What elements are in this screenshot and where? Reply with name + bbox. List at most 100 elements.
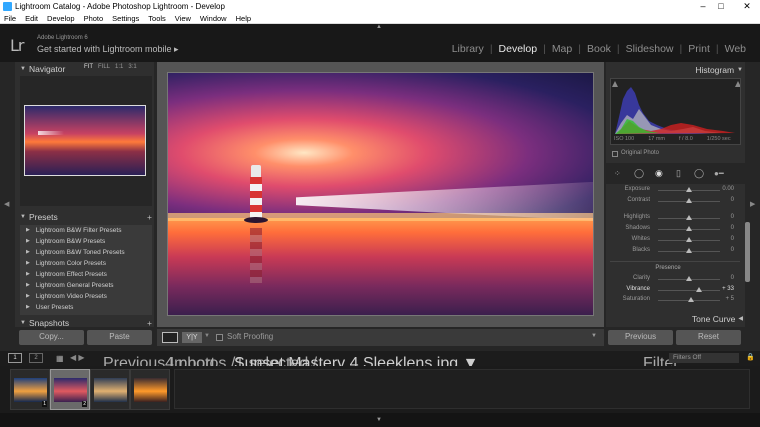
adjustment-brush-icon[interactable]: ●━ xyxy=(714,168,724,179)
slider-knob[interactable] xyxy=(686,198,692,203)
forward-arrow-icon[interactable]: ▶ xyxy=(78,353,84,362)
mobile-promo-link[interactable]: Get started with Lightroom mobile ▸ xyxy=(37,44,179,55)
slider-knob[interactable] xyxy=(687,297,694,302)
bottom-panel-toggle-icon[interactable]: ▼ xyxy=(376,417,382,423)
add-preset-icon[interactable]: + xyxy=(147,212,152,222)
preset-folder[interactable]: ▶ Lightroom Video Presets xyxy=(20,291,152,302)
module-library[interactable]: Library xyxy=(446,43,490,55)
navigator-preview-image[interactable] xyxy=(24,105,146,176)
module-slideshow[interactable]: Slideshow xyxy=(620,43,680,55)
slider-value[interactable]: 0 xyxy=(710,247,734,253)
menu-tools[interactable]: Tools xyxy=(148,13,166,23)
filmstrip-thumbnail[interactable] xyxy=(130,369,170,410)
menu-develop[interactable]: Develop xyxy=(47,13,75,23)
radial-filter-icon[interactable]: ◯ xyxy=(694,168,704,179)
slider-blacks[interactable]: Blacks 0 xyxy=(610,247,742,257)
snapshots-header[interactable]: ▼ Snapshots + xyxy=(20,318,152,328)
spot-removal-icon[interactable]: ◯ xyxy=(634,168,644,179)
secondary-window-button[interactable]: 2 xyxy=(29,353,43,363)
soft-proofing-checkbox[interactable] xyxy=(216,334,223,341)
zoom-fit[interactable]: FIT xyxy=(84,64,93,70)
slider-exposure[interactable]: Exposure 0.00 xyxy=(610,186,742,196)
back-arrow-icon[interactable]: ◀ xyxy=(70,353,76,362)
module-develop[interactable]: Develop xyxy=(493,43,544,55)
slider-value[interactable]: 0 xyxy=(710,225,734,231)
slider-knob[interactable] xyxy=(686,215,692,220)
slider-knob[interactable] xyxy=(686,226,692,231)
slider-saturation[interactable]: Saturation + 5 xyxy=(610,296,742,306)
grid-view-icon[interactable]: ▦ xyxy=(56,354,64,363)
zoom-fill[interactable]: FILL xyxy=(98,64,110,70)
slider-whites[interactable]: Whites 0 xyxy=(610,236,742,246)
preset-folder[interactable]: ▶ Lightroom B&W Filter Presets xyxy=(20,225,152,236)
slider-vibrance[interactable]: Vibrance + 33 xyxy=(610,286,742,296)
right-panel-scrollbar[interactable] xyxy=(745,222,750,282)
menu-file[interactable]: File xyxy=(4,13,16,23)
filmstrip-thumbnail[interactable]: 2 xyxy=(50,369,90,410)
paste-settings-button[interactable]: Paste xyxy=(87,330,152,345)
menu-photo[interactable]: Photo xyxy=(84,13,104,23)
main-window-button[interactable]: 1 xyxy=(8,353,22,363)
toolbar-content-dropdown-icon[interactable]: ▼ xyxy=(591,333,597,339)
slider-value[interactable]: 0 xyxy=(710,197,734,203)
menu-settings[interactable]: Settings xyxy=(112,13,139,23)
preset-folder[interactable]: ▶ Lightroom Effect Presets xyxy=(20,269,152,280)
zoom-1-1[interactable]: 1:1 xyxy=(115,64,123,70)
filter-select[interactable]: Filters Off xyxy=(669,353,739,363)
slider-value[interactable]: 0.00 xyxy=(710,186,734,192)
presets-header[interactable]: ▼ Presets + xyxy=(20,211,152,222)
previous-settings-button[interactable]: Previous xyxy=(608,330,673,345)
right-panel-toggle-icon[interactable]: ▶ xyxy=(750,200,755,208)
view-dropdown-icon[interactable]: ▼ xyxy=(204,333,210,339)
slider-knob[interactable] xyxy=(686,276,692,281)
before-after-view-button[interactable]: Y|Y xyxy=(182,332,202,343)
slider-knob[interactable] xyxy=(695,287,702,292)
menu-help[interactable]: Help xyxy=(236,13,251,23)
original-photo-checkbox[interactable] xyxy=(612,151,618,157)
close-button[interactable]: ✕ xyxy=(737,0,757,13)
minimize-button[interactable]: – xyxy=(693,0,713,13)
left-panel-toggle-icon[interactable]: ◀ xyxy=(4,200,9,208)
slider-value[interactable]: 0 xyxy=(710,236,734,242)
preset-folder[interactable]: ▶ Lightroom B&W Presets xyxy=(20,236,152,247)
slider-contrast[interactable]: Contrast 0 xyxy=(610,197,742,207)
slider-knob[interactable] xyxy=(686,248,692,253)
slider-value[interactable]: 0 xyxy=(710,275,734,281)
slider-shadows[interactable]: Shadows 0 xyxy=(610,225,742,235)
module-book[interactable]: Book xyxy=(581,43,617,55)
add-snapshot-icon[interactable]: + xyxy=(147,318,152,328)
slider-clarity[interactable]: Clarity 0 xyxy=(610,275,742,285)
tone-curve-header[interactable]: Tone Curve ◀ xyxy=(610,313,743,324)
top-panel-toggle-icon[interactable]: ▲ xyxy=(376,24,382,30)
menu-view[interactable]: View xyxy=(175,13,191,23)
crop-overlay-icon[interactable]: ⁘ xyxy=(614,168,621,179)
slider-knob[interactable] xyxy=(686,237,692,242)
slider-value[interactable]: 0 xyxy=(710,214,734,220)
red-eye-icon[interactable]: ◉ xyxy=(655,168,663,179)
copy-settings-button[interactable]: Copy... xyxy=(19,330,84,345)
histogram-header[interactable]: Histogram ▼ xyxy=(610,64,743,75)
photo-preview[interactable] xyxy=(167,72,594,316)
filmstrip-thumbnail[interactable] xyxy=(90,369,130,410)
loupe-view-icon[interactable] xyxy=(162,332,178,343)
slider-value[interactable]: + 33 xyxy=(710,286,734,292)
zoom-3-1[interactable]: 3:1 xyxy=(128,64,136,70)
filter-lock-icon[interactable]: 🔒 xyxy=(746,353,755,361)
slider-highlights[interactable]: Highlights 0 xyxy=(610,214,742,224)
preset-folder[interactable]: ▶ Lightroom B&W Toned Presets xyxy=(20,247,152,258)
reset-button[interactable]: Reset xyxy=(676,330,741,345)
preset-folder[interactable]: ▶ User Presets xyxy=(20,302,152,313)
module-map[interactable]: Map xyxy=(546,43,578,55)
histogram-graph[interactable] xyxy=(610,78,741,145)
module-web[interactable]: Web xyxy=(719,43,752,55)
slider-knob[interactable] xyxy=(686,187,692,192)
menu-window[interactable]: Window xyxy=(200,13,227,23)
maximize-button[interactable]: □ xyxy=(711,0,731,13)
module-print[interactable]: Print xyxy=(682,43,716,55)
preset-folder[interactable]: ▶ Lightroom General Presets xyxy=(20,280,152,291)
preset-folder[interactable]: ▶ Lightroom Color Presets xyxy=(20,258,152,269)
filmstrip-thumbnail[interactable]: 1 xyxy=(10,369,50,410)
slider-value[interactable]: + 5 xyxy=(710,296,734,302)
menu-edit[interactable]: Edit xyxy=(25,13,38,23)
graduated-filter-icon[interactable]: ▯ xyxy=(676,168,681,179)
